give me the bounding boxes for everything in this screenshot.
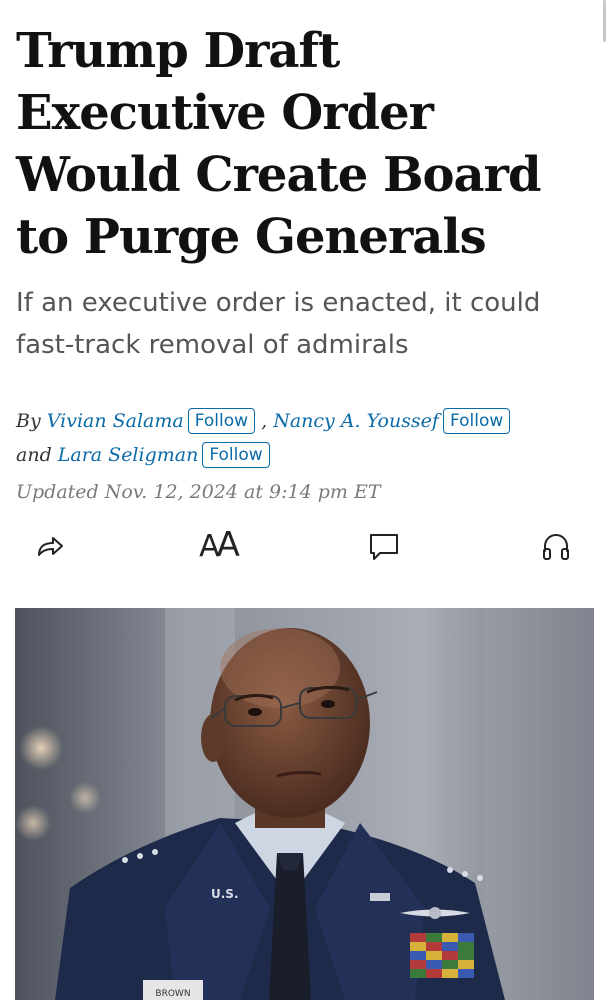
name-tag: BROWN [155,989,190,999]
comments-button[interactable] [364,526,404,566]
article-dek: If an executive order is enacted, it cou… [16,288,541,360]
article-toolbar: AAAA [0,522,609,572]
listen-button[interactable] [536,526,576,566]
scroll-indicator[interactable] [603,0,606,42]
comment-icon [370,534,398,560]
author-link-nancy-youssef[interactable]: Nancy A. Youssef [273,410,439,432]
text-size-button[interactable]: AAAA [198,525,240,566]
author-link-vivian-salama[interactable]: Vivian Salama [47,410,184,432]
byline-by: By [16,410,41,432]
share-button[interactable] [30,526,70,566]
author-link-lara-seligman[interactable]: Lara Seligman [58,444,199,466]
follow-button-nancy-youssef[interactable]: Follow [442,408,511,434]
article-headline: Trump Draft Executive Order Would Create… [16,23,542,265]
article-timestamp: Updated Nov. 12, 2024 at 9:14 pm ET [16,481,381,503]
hero-photo-general: U.S. BROWN [15,608,594,1000]
byline-and: and [16,444,52,466]
follow-button-vivian-salama[interactable]: Follow [187,408,256,434]
article-page: Trump Draft Executive Order Would Create… [0,0,609,1000]
follow-button-lara-seligman[interactable]: Follow [202,442,270,468]
uniform-us-insignia: U.S. [211,887,239,901]
byline-comma: , [261,410,268,432]
headphones-icon [543,534,569,560]
byline: By Vivian Salama Follow , Nancy A. Yousse… [16,404,596,472]
hero-image: U.S. BROWN [15,608,594,1000]
share-icon [38,537,63,556]
text-size-icon: AAAA [199,525,240,565]
